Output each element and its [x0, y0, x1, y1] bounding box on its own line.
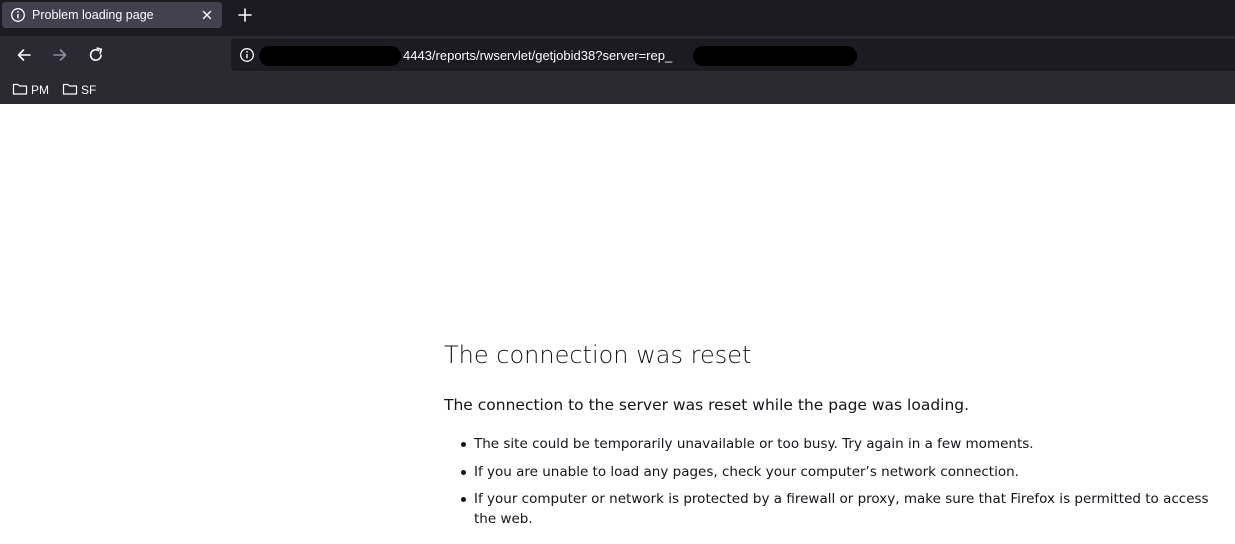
error-title: The connection was reset	[444, 341, 752, 369]
folder-icon	[62, 83, 78, 95]
bookmark-label: PM	[31, 83, 49, 97]
list-item: If you are unable to load any pages, che…	[460, 462, 1220, 482]
tab-problem-loading-page[interactable]: Problem loading page	[2, 2, 222, 28]
reload-icon[interactable]	[86, 45, 106, 65]
list-item: The site could be temporarily unavailabl…	[460, 434, 1220, 454]
bookmark-label: SF	[81, 83, 97, 97]
tab-strip: Problem loading page	[0, 0, 1235, 36]
redaction-mark	[693, 46, 857, 66]
error-suggestions: The site could be temporarily unavailabl…	[460, 434, 1220, 537]
url-text: 4443/reports/rwservlet/getjobid38?server…	[403, 48, 673, 63]
list-item: If your computer or network is protected…	[460, 489, 1220, 529]
bookmark-folder-pm[interactable]: PM	[12, 81, 52, 97]
error-short-description: The connection to the server was reset w…	[444, 396, 970, 414]
bookmark-folder-sf[interactable]: SF	[62, 81, 98, 97]
tab-title: Problem loading page	[32, 8, 154, 22]
navigation-toolbar: 4443/reports/rwservlet/getjobid38?server…	[0, 36, 1235, 74]
site-info-icon[interactable]	[239, 47, 255, 63]
back-arrow-icon[interactable]	[14, 45, 34, 65]
url-bar[interactable]: 4443/reports/rwservlet/getjobid38?server…	[231, 39, 1235, 71]
plus-icon[interactable]	[234, 4, 256, 26]
bookmarks-toolbar: PM SF	[0, 74, 1235, 104]
browser-chrome: Problem loading page 4443/reports/rwserv…	[0, 0, 1235, 104]
error-page: The connection was reset The connection …	[0, 104, 1235, 544]
forward-arrow-icon[interactable]	[50, 45, 70, 65]
close-icon[interactable]	[199, 7, 215, 23]
info-icon	[10, 7, 26, 23]
folder-icon	[12, 83, 28, 95]
redaction-mark	[259, 46, 401, 66]
